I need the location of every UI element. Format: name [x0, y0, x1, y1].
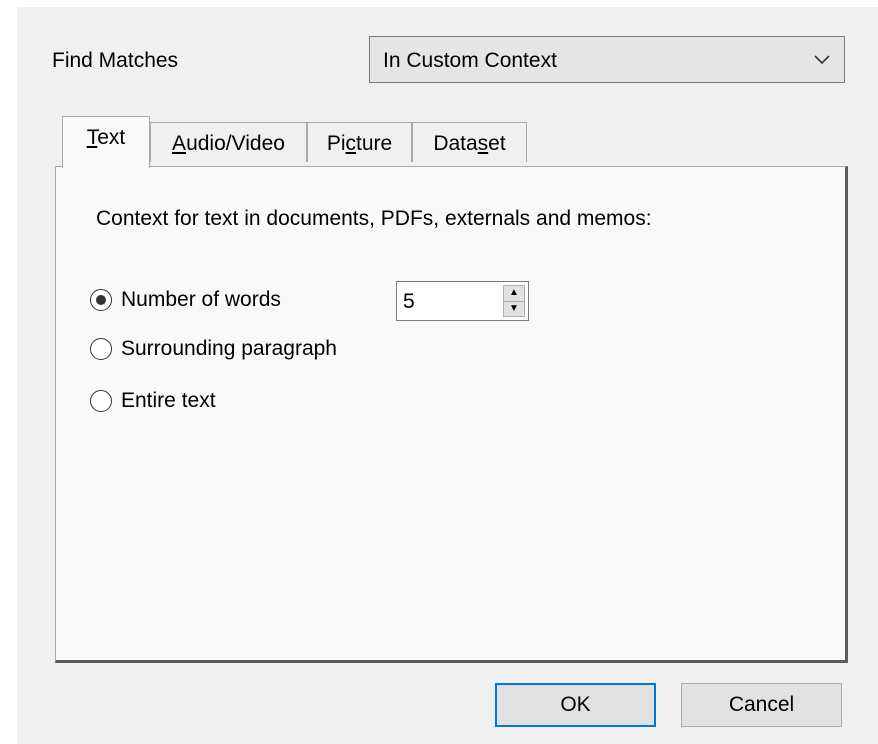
- triangle-up-icon: ▲: [509, 287, 519, 299]
- radio-button-checked[interactable]: [90, 289, 112, 311]
- radio-number-of-words-label: Number of words: [121, 288, 281, 311]
- find-matches-selected-value: In Custom Context: [383, 49, 557, 72]
- ok-button[interactable]: OK: [495, 683, 656, 727]
- spin-buttons: ▲ ▼: [503, 285, 525, 317]
- radio-surrounding-paragraph[interactable]: Surrounding paragraph: [90, 336, 337, 362]
- chevron-down-icon: [812, 51, 832, 67]
- find-matches-dialog: Find Matches In Custom Context Text Audi…: [0, 0, 878, 744]
- tab-audio-video-label: Audio/Video: [172, 132, 285, 155]
- tab-picture-label: Picture: [326, 132, 393, 155]
- radio-surrounding-paragraph-label: Surrounding paragraph: [121, 337, 337, 360]
- cancel-button[interactable]: Cancel: [681, 683, 842, 727]
- context-description: Context for text in documents, PDFs, ext…: [96, 207, 652, 230]
- tab-dataset[interactable]: Dataset: [412, 122, 527, 162]
- tab-dataset-label: Dataset: [433, 132, 506, 155]
- tab-text-label: Text: [86, 126, 126, 149]
- tab-text[interactable]: Text: [62, 116, 150, 168]
- radio-button[interactable]: [90, 390, 112, 412]
- radio-number-of-words[interactable]: Number of words: [90, 287, 281, 313]
- tab-picture[interactable]: Picture: [307, 122, 412, 162]
- spin-up-button[interactable]: ▲: [503, 285, 525, 302]
- spin-down-button[interactable]: ▼: [503, 301, 525, 317]
- radio-entire-text[interactable]: Entire text: [90, 388, 216, 414]
- radio-entire-text-label: Entire text: [121, 389, 216, 412]
- text-tab-panel: Context for text in documents, PDFs, ext…: [55, 166, 848, 663]
- word-count-value[interactable]: 5: [403, 290, 415, 314]
- radio-button[interactable]: [90, 338, 112, 360]
- word-count-spinbox[interactable]: 5 ▲ ▼: [396, 281, 529, 321]
- triangle-down-icon: ▼: [509, 302, 519, 314]
- tab-audio-video[interactable]: Audio/Video: [150, 122, 307, 162]
- find-matches-label: Find Matches: [52, 49, 179, 72]
- find-matches-dropdown[interactable]: In Custom Context: [369, 36, 845, 83]
